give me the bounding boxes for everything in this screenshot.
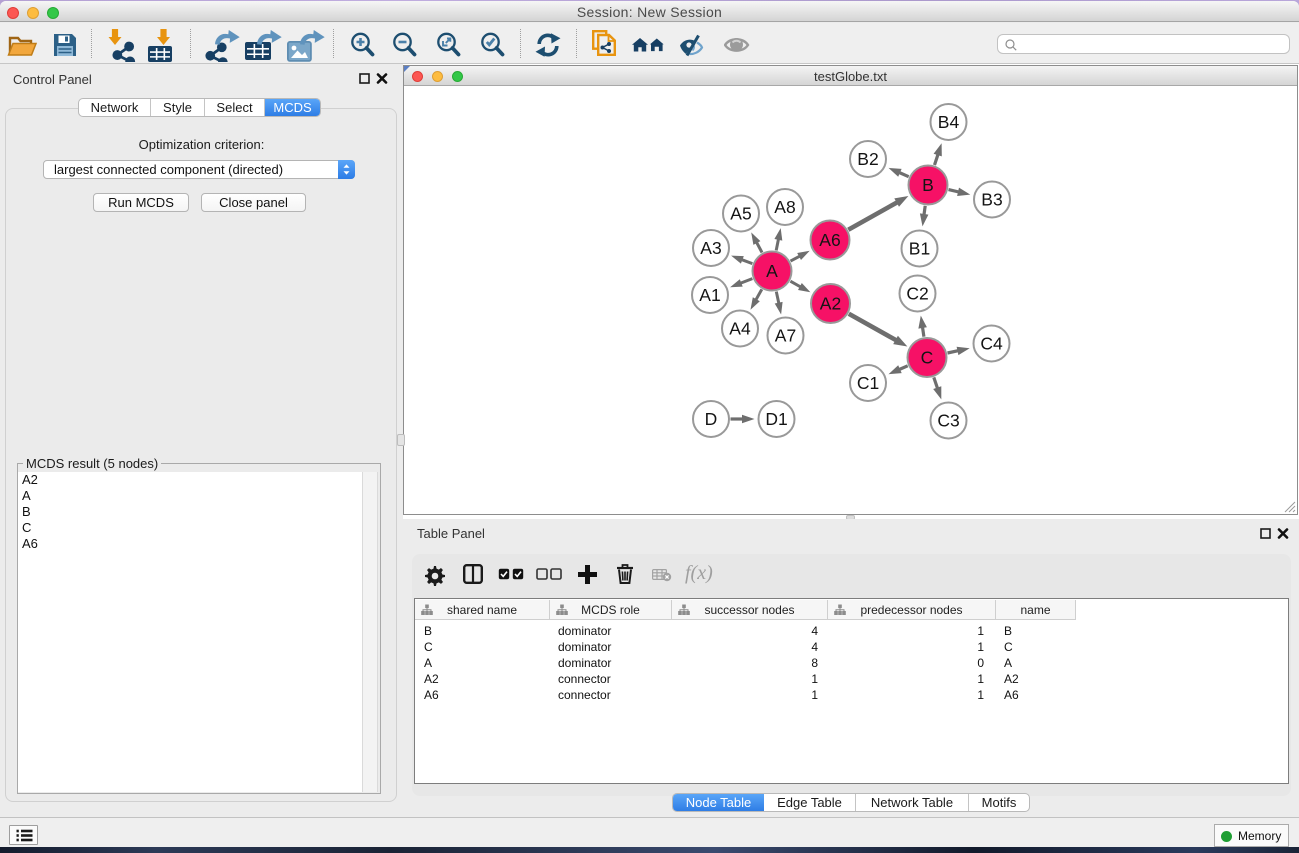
svg-text:A: A: [766, 261, 778, 281]
svg-text:A7: A7: [775, 326, 796, 346]
svg-text:A1: A1: [699, 285, 720, 305]
svg-text:C: C: [921, 348, 934, 368]
svg-text:C3: C3: [937, 411, 959, 431]
svg-text:B4: B4: [938, 112, 960, 132]
svg-text:C1: C1: [857, 373, 879, 393]
svg-text:B3: B3: [981, 190, 1002, 210]
svg-text:A3: A3: [700, 238, 721, 258]
svg-text:D1: D1: [765, 409, 787, 429]
svg-text:B1: B1: [909, 239, 930, 259]
svg-text:A2: A2: [820, 294, 841, 314]
svg-text:A6: A6: [819, 230, 840, 250]
svg-text:C4: C4: [980, 334, 1003, 354]
svg-text:C2: C2: [906, 284, 928, 304]
svg-text:A5: A5: [730, 204, 751, 224]
svg-text:A4: A4: [729, 319, 751, 339]
svg-text:A8: A8: [774, 197, 795, 217]
svg-text:B: B: [922, 175, 934, 195]
svg-text:B2: B2: [857, 149, 878, 169]
svg-text:D: D: [705, 409, 718, 429]
